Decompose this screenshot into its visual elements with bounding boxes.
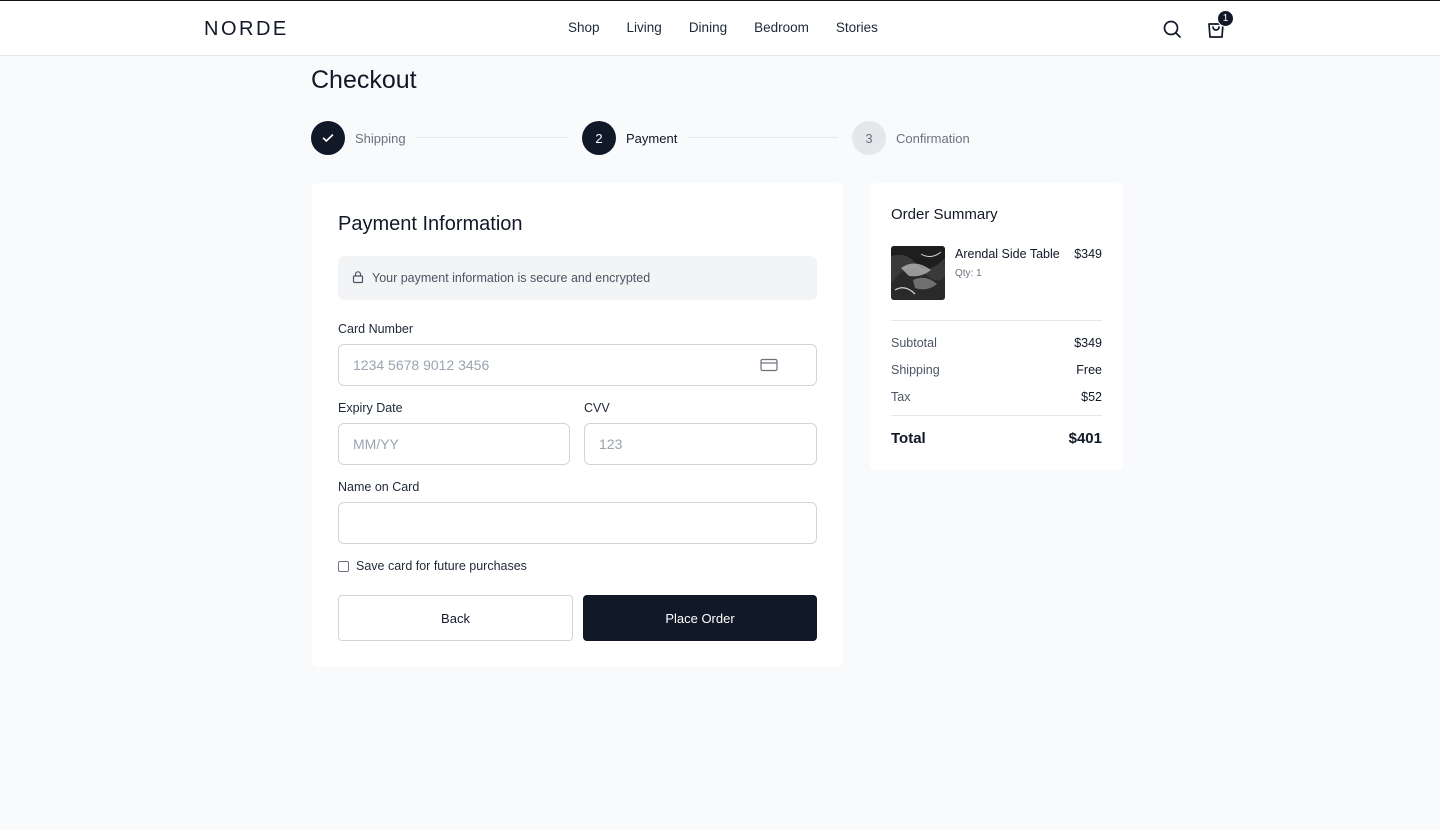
save-card-label[interactable]: Save card for future purchases (356, 559, 527, 573)
product-name: Arendal Side Table (955, 247, 1060, 261)
checkout-stepper: Shipping 2 Payment 3 Confirmation (311, 121, 971, 155)
total-value: $401 (1068, 430, 1102, 447)
tax-label: Tax (891, 390, 911, 404)
back-button[interactable]: Back (338, 595, 573, 641)
step-shipping-circle[interactable] (311, 121, 345, 155)
step-payment-label: Payment (626, 131, 678, 146)
page-title: Checkout (311, 66, 417, 94)
summary-divider (891, 415, 1102, 416)
nav-link-stories[interactable]: Stories (836, 20, 878, 35)
place-order-button[interactable]: Place Order (583, 595, 817, 641)
nav-link-bedroom[interactable]: Bedroom (754, 20, 809, 35)
secure-notice-text: Your payment information is secure and e… (372, 271, 651, 285)
payment-title: Payment Information (338, 213, 523, 235)
main-nav: Shop Living Dining Bedroom Stories (568, 20, 905, 35)
save-card-checkbox[interactable] (338, 561, 349, 572)
order-summary-card: Order Summary Arendal Side Table Qty: 1 … (870, 183, 1123, 470)
product-price: $349 (1074, 247, 1102, 261)
tax-value: $52 (1081, 390, 1102, 404)
shipping-label: Shipping (891, 363, 940, 377)
top-navigation-bar: NORDE Shop Living Dining Bedroom Stories… (0, 0, 1440, 56)
step-payment-circle: 2 (582, 121, 616, 155)
product-quantity: Qty: 1 (955, 268, 982, 279)
secure-notice: Your payment information is secure and e… (338, 256, 817, 300)
cvv-label: CVV (584, 401, 610, 415)
shipping-value: Free (1076, 363, 1102, 377)
expiry-date-input[interactable] (338, 423, 570, 465)
cart-count-badge: 1 (1217, 10, 1234, 27)
total-label: Total (891, 430, 926, 447)
step-shipping-label: Shipping (355, 131, 406, 146)
nav-link-dining[interactable]: Dining (689, 20, 727, 35)
card-number-input[interactable] (338, 344, 817, 386)
payment-form-card: Payment Information Your payment informa… (312, 183, 843, 667)
step-connector (417, 137, 568, 138)
lock-icon (352, 271, 364, 284)
check-icon (322, 134, 334, 142)
card-number-label: Card Number (338, 322, 414, 336)
summary-divider (891, 320, 1102, 321)
nav-link-shop[interactable]: Shop (568, 20, 600, 35)
subtotal-value: $349 (1074, 336, 1102, 350)
step-connector (688, 137, 838, 138)
step-confirmation-circle: 3 (852, 121, 886, 155)
credit-card-icon (760, 358, 778, 372)
name-on-card-label: Name on Card (338, 480, 420, 494)
search-icon (1163, 20, 1181, 38)
order-summary-title: Order Summary (891, 206, 998, 223)
nav-link-living[interactable]: Living (627, 20, 662, 35)
cvv-input[interactable] (584, 423, 817, 465)
product-thumbnail (891, 246, 945, 300)
subtotal-label: Subtotal (891, 336, 937, 350)
name-on-card-input[interactable] (338, 502, 817, 544)
cart-button[interactable]: 1 (1204, 10, 1234, 41)
step-confirmation-label: Confirmation (896, 131, 970, 146)
brand-logo[interactable]: NORDE (204, 18, 289, 41)
expiry-date-label: Expiry Date (338, 401, 403, 415)
search-button[interactable] (1160, 17, 1184, 41)
